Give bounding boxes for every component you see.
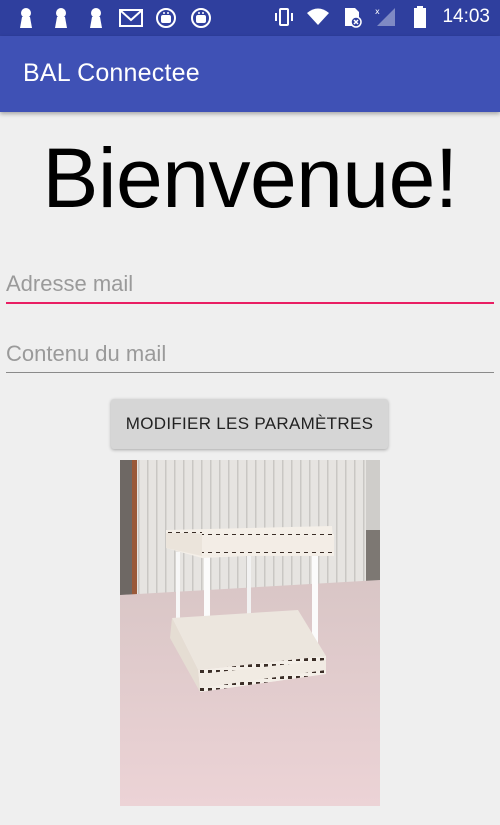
mail-content-field[interactable] xyxy=(6,338,494,370)
content-field-underline xyxy=(6,372,494,373)
battery-icon xyxy=(408,5,432,29)
keyhole-icon xyxy=(84,6,108,30)
keyhole-icon xyxy=(14,6,38,30)
mailbox-photo xyxy=(120,460,380,806)
vibrate-icon xyxy=(272,5,296,29)
sd-card-icon xyxy=(340,5,364,29)
status-bar-time: 14:03 xyxy=(442,6,490,27)
status-bar-system: x 14:03 xyxy=(272,5,490,29)
welcome-heading: Bienvenue! xyxy=(42,131,458,225)
email-field-wrapper xyxy=(6,268,494,304)
keyhole-icon xyxy=(49,6,73,30)
android-icon xyxy=(189,6,213,30)
wifi-icon xyxy=(306,5,330,29)
status-bar-notifications xyxy=(14,6,213,30)
svg-text:x: x xyxy=(375,7,380,16)
android-icon xyxy=(154,6,178,30)
content-field-wrapper xyxy=(6,338,494,373)
status-bar: x 14:03 xyxy=(0,0,500,36)
app-bar: BAL Connectee xyxy=(0,36,500,112)
mail-icon xyxy=(119,6,143,30)
email-field-underline xyxy=(6,302,494,304)
email-field[interactable] xyxy=(6,268,494,300)
app-title: BAL Connectee xyxy=(23,59,200,87)
modify-settings-button[interactable]: MODIFIER LES PARAMÈTRES xyxy=(111,399,388,449)
signal-icon: x xyxy=(374,5,398,29)
